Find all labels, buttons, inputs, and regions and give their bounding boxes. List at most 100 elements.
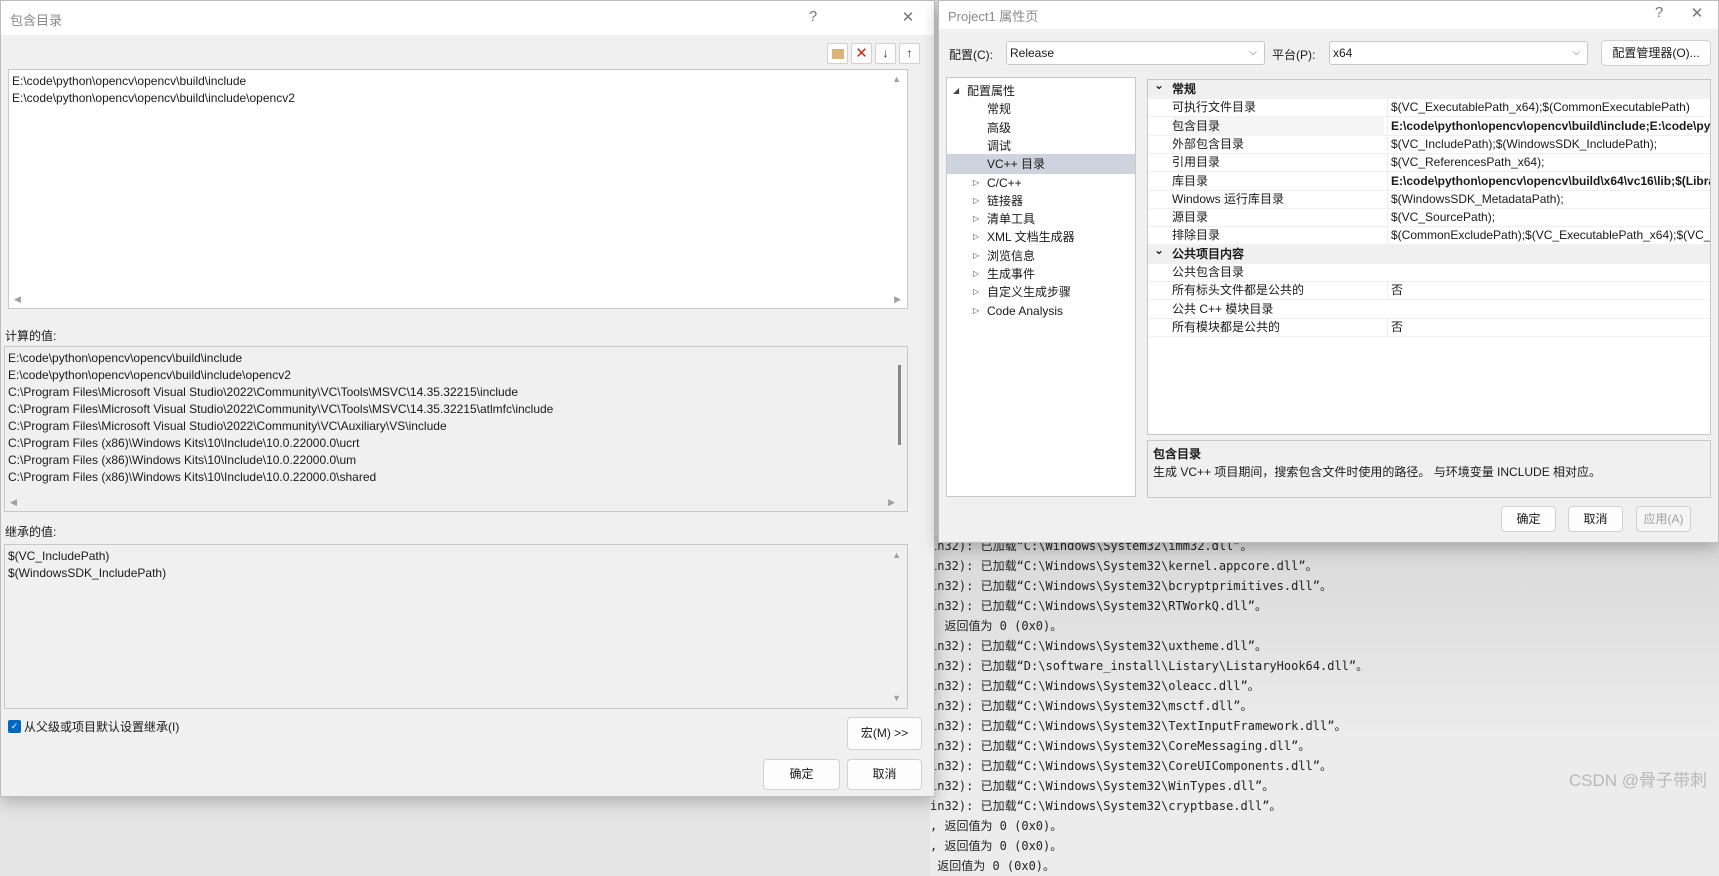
- property-value[interactable]: $(VC_SourcePath);: [1387, 208, 1710, 228]
- grid-row[interactable]: 库目录 E:\code\python\opencv\opencv\build\x6…: [1148, 171, 1710, 191]
- tree-item[interactable]: VC++ 目录: [947, 154, 1135, 175]
- tree-item[interactable]: ▷ XML 文档生成器: [947, 227, 1135, 247]
- grid-row[interactable]: 公共包含目录: [1148, 263, 1710, 282]
- collapse-icon[interactable]: ⌄: [1154, 80, 1164, 95]
- computed-value: C:\Program Files (x86)\Windows Kits\10\I…: [8, 470, 377, 484]
- log-line: in32): 已加载“C:\Windows\System32\TextInput…: [930, 719, 1347, 733]
- log-line: in32): 已加载“C:\Windows\System32\uxtheme.d…: [930, 639, 1267, 653]
- tree-item[interactable]: ◢ 配置属性: [947, 81, 1135, 101]
- help-button[interactable]: ?: [1647, 4, 1671, 21]
- ok-button[interactable]: 确定: [763, 759, 840, 790]
- log-line: in32): 已加载“C:\Windows\System32\msctf.dll…: [930, 699, 1253, 713]
- include-entry[interactable]: E:\code\python\opencv\opencv\build\inclu…: [9, 73, 907, 90]
- tree-item[interactable]: ▷ Code Analysis: [947, 301, 1135, 321]
- platform-select[interactable]: x64 ⌵: [1329, 41, 1588, 65]
- scroll-up-icon[interactable]: ▲: [892, 74, 901, 84]
- grid-category-label: 常规: [1172, 82, 1197, 96]
- scroll-down-icon[interactable]: ▼: [892, 693, 901, 703]
- property-name: 所有模块都是公共的: [1172, 319, 1281, 334]
- property-value[interactable]: E:\code\python\opencv\opencv\build\x64\v…: [1387, 171, 1710, 191]
- scroll-right-icon[interactable]: ▶: [888, 497, 895, 508]
- grid-row[interactable]: 所有模块都是公共的 否: [1148, 317, 1710, 337]
- expand-icon[interactable]: ▷: [973, 227, 979, 247]
- inherit-checkbox-row[interactable]: ✓ 从父级或项目默认设置继承(I): [8, 718, 179, 735]
- tree-item[interactable]: 调试: [947, 136, 1135, 156]
- tree-item[interactable]: ▷ 自定义生成步骤: [947, 282, 1135, 302]
- tree-item[interactable]: ▷ 清单工具: [947, 209, 1135, 229]
- configuration-label: 配置(C):: [949, 48, 993, 62]
- tree-item[interactable]: 高级: [947, 118, 1135, 138]
- cancel-button[interactable]: 取消: [847, 759, 922, 790]
- expand-icon[interactable]: ▷: [973, 191, 979, 211]
- tree-item-label: 常规: [987, 102, 1012, 117]
- grid-row[interactable]: Windows 运行库目录 $(WindowsSDK_MetadataPath);: [1148, 189, 1710, 209]
- property-value[interactable]: $(VC_ReferencesPath_x64);: [1387, 153, 1710, 173]
- tree-item-label: 配置属性: [967, 84, 1016, 98]
- scroll-left-icon[interactable]: ◀: [10, 497, 17, 508]
- ok-button[interactable]: 确定: [1501, 506, 1556, 532]
- close-button[interactable]: ✕: [1685, 4, 1709, 22]
- expand-icon[interactable]: ▷: [973, 209, 979, 229]
- tree-item[interactable]: ▷ 浏览信息: [947, 246, 1135, 266]
- tree-item-label: 浏览信息: [987, 248, 1036, 263]
- collapse-icon[interactable]: ◢: [953, 81, 959, 101]
- apply-button[interactable]: 应用(A): [1636, 506, 1691, 532]
- vertical-scrollbar[interactable]: [898, 365, 901, 445]
- include-entries-editor[interactable]: E:\code\python\opencv\opencv\build\inclu…: [8, 69, 908, 309]
- grid-row[interactable]: 排除目录 $(CommonExcludePath);$(VC_Executable…: [1148, 226, 1710, 246]
- new-line-button[interactable]: [827, 43, 848, 64]
- property-name: 公共包含目录: [1172, 265, 1245, 279]
- grid-row[interactable]: 可执行文件目录 $(VC_ExecutablePath_x64);$(Common…: [1148, 98, 1710, 118]
- close-button[interactable]: ✕: [896, 8, 920, 26]
- configuration-select[interactable]: Release ⌵: [1006, 41, 1265, 65]
- grid-category: ⌄ 常规: [1148, 80, 1710, 99]
- delete-line-button[interactable]: ✕: [851, 43, 872, 64]
- expand-icon[interactable]: ▷: [973, 173, 979, 193]
- expand-icon[interactable]: ▷: [973, 246, 979, 266]
- collapse-icon[interactable]: ⌄: [1154, 241, 1164, 260]
- configuration-manager-button[interactable]: 配置管理器(O)...: [1601, 40, 1711, 66]
- scroll-left-icon[interactable]: ◀: [14, 294, 21, 305]
- scroll-up-icon[interactable]: ▲: [892, 550, 901, 560]
- tree-item-label: 清单工具: [987, 212, 1036, 227]
- macros-button[interactable]: 宏(M) >>: [847, 717, 922, 750]
- grid-row[interactable]: 所有标头文件都是公共的 否: [1148, 281, 1710, 301]
- tree-item[interactable]: ▷ C/C++: [947, 173, 1135, 193]
- property-value[interactable]: 否: [1387, 317, 1710, 337]
- grid-row[interactable]: 包含目录 E:\code\python\opencv\opencv\build\i…: [1148, 116, 1710, 136]
- property-value[interactable]: $(CommonExcludePath);$(VC_ExecutablePath…: [1387, 226, 1710, 246]
- property-tree: ◢ 配置属性 常规 高级 调试 VC++ 目录 ▷ C/C++ ▷ 链接器 ▷ 清单工具 ▷ XML 文档…: [946, 77, 1136, 497]
- property-value[interactable]: E:\code\python\opencv\opencv\build\inclu…: [1387, 116, 1710, 136]
- grid-row[interactable]: 源目录 $(VC_SourcePath);: [1148, 208, 1710, 228]
- expand-icon[interactable]: ▷: [973, 264, 979, 284]
- grid-row[interactable]: 公共 C++ 模块目录: [1148, 300, 1710, 319]
- computed-value: C:\Program Files (x86)\Windows Kits\10\I…: [8, 436, 360, 450]
- property-grid: ⌄ 常规可执行文件目录 $(VC_ExecutablePath_x64);$(Com…: [1147, 79, 1711, 435]
- include-entry[interactable]: E:\code\python\opencv\opencv\build\inclu…: [9, 90, 907, 107]
- tree-item[interactable]: ▷ 生成事件: [947, 264, 1135, 284]
- property-value[interactable]: $(VC_IncludePath);$(WindowsSDK_IncludePa…: [1387, 134, 1710, 154]
- tree-item-label: XML 文档生成器: [987, 230, 1075, 245]
- cancel-button[interactable]: 取消: [1568, 506, 1623, 532]
- property-value[interactable]: $(VC_ExecutablePath_x64);$(CommonExecuta…: [1387, 98, 1710, 118]
- tree-item[interactable]: ▷ 链接器: [947, 191, 1135, 211]
- inherited-values-label: 继承的值:: [5, 525, 57, 539]
- grid-category: ⌄ 公共项目内容: [1148, 243, 1710, 264]
- log-line: in32): 已加载“C:\Windows\System32\RTWorkQ.d…: [930, 599, 1267, 613]
- property-value[interactable]: $(WindowsSDK_MetadataPath);: [1387, 189, 1710, 209]
- inherit-checkbox[interactable]: ✓: [8, 720, 21, 733]
- log-line: in32): 已加载“C:\Windows\System32\oleacc.dl…: [930, 679, 1260, 693]
- move-up-button[interactable]: ↑: [899, 43, 920, 64]
- grid-row[interactable]: 引用目录 $(VC_ReferencesPath_x64);: [1148, 153, 1710, 173]
- tree-item[interactable]: 常规: [947, 99, 1135, 119]
- help-button[interactable]: ?: [801, 8, 825, 25]
- expand-icon[interactable]: ▷: [973, 282, 979, 302]
- move-down-button[interactable]: ↓: [875, 43, 896, 64]
- inherited-value: $(VC_IncludePath): [8, 549, 110, 563]
- property-name: 库目录: [1172, 173, 1209, 188]
- expand-icon[interactable]: ▷: [973, 301, 979, 321]
- property-value[interactable]: 否: [1387, 281, 1710, 301]
- grid-row[interactable]: 外部包含目录 $(VC_IncludePath);$(WindowsSDK_Inc…: [1148, 134, 1710, 154]
- scroll-right-icon[interactable]: ▶: [894, 294, 901, 305]
- title-bar: Project1 属性页 ? ✕: [939, 1, 1718, 29]
